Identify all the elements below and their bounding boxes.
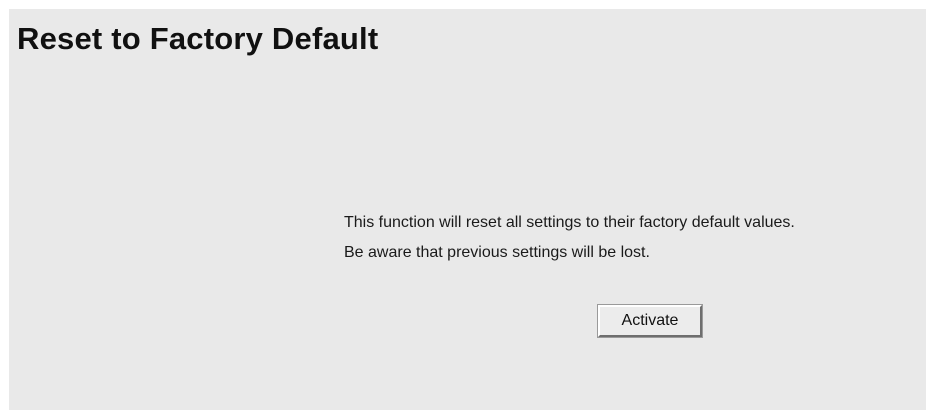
activate-button[interactable]: Activate <box>597 304 703 338</box>
reset-panel: Reset to Factory Default This function w… <box>9 9 926 410</box>
data-loss-warning-text: Be aware that previous settings will be … <box>344 244 650 261</box>
reset-description-text: This function will reset all settings to… <box>344 214 795 231</box>
reset-warning-message: This function will reset all settings to… <box>344 208 795 268</box>
page-title: Reset to Factory Default <box>17 21 379 56</box>
